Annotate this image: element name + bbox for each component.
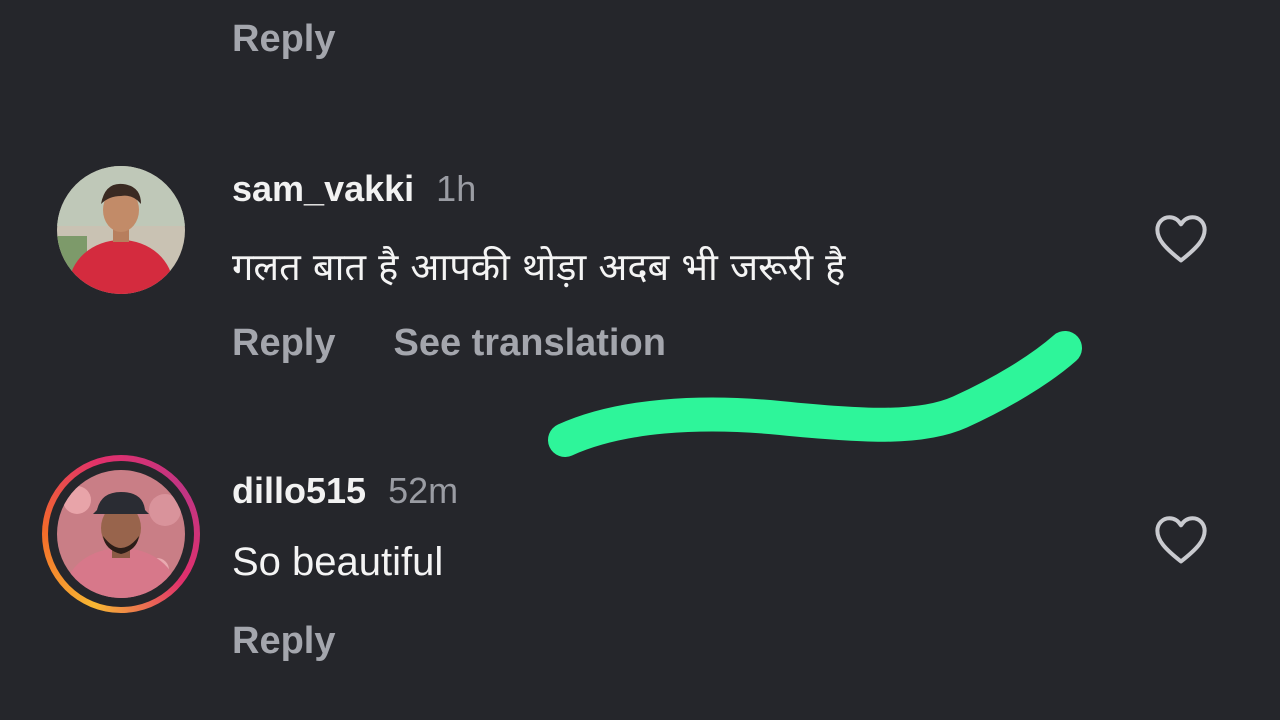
heart-icon[interactable]	[1152, 212, 1210, 264]
comment-text: So beautiful	[232, 540, 444, 584]
comment-item: sam_vakki 1h गलत बात है आपकी थोड़ा अदब भी…	[0, 160, 1280, 380]
reply-button[interactable]: Reply	[232, 18, 335, 61]
avatar[interactable]	[57, 470, 185, 598]
comment-header: sam_vakki 1h	[232, 168, 476, 210]
avatar[interactable]	[57, 166, 185, 294]
reply-button[interactable]: Reply	[232, 620, 335, 662]
comment-actions: Reply	[232, 620, 335, 663]
see-translation-button[interactable]: See translation	[393, 322, 665, 364]
username-link[interactable]: sam_vakki	[232, 168, 414, 209]
comment-timestamp: 52m	[388, 470, 459, 511]
heart-icon[interactable]	[1152, 513, 1210, 565]
comment-item: dillo515 52m So beautiful Reply	[0, 455, 1280, 675]
comment-text: गलत बात है आपकी थोड़ा अदब भी जरूरी है	[232, 245, 846, 289]
comment-actions: Reply See translation	[232, 322, 666, 365]
username-link[interactable]: dillo515	[232, 470, 366, 511]
comment-timestamp: 1h	[436, 168, 477, 209]
reply-button[interactable]: Reply	[232, 322, 335, 364]
comment-header: dillo515 52m	[232, 470, 458, 512]
